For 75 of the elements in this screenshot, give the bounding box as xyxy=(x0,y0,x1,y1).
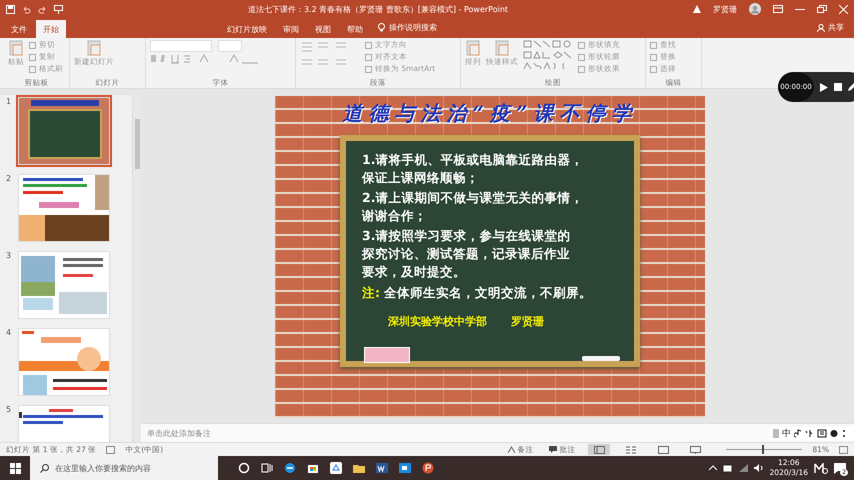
network-icon[interactable] xyxy=(738,464,748,472)
slide-number: 4 xyxy=(6,328,12,337)
search-icon xyxy=(40,464,49,472)
notes-icon xyxy=(508,446,516,453)
ribbon-tab[interactable]: 开始 xyxy=(36,20,66,38)
window-title: 道法七下课件：3.2 青春有格（罗贤珊 曹歌东）[兼容模式] - PowerPoint xyxy=(246,4,510,14)
cortana-icon[interactable] xyxy=(238,462,250,474)
close-icon[interactable] xyxy=(839,4,848,14)
volume-icon[interactable] xyxy=(754,464,764,472)
avatar-icon[interactable] xyxy=(749,3,761,15)
slide-text: 2.请上课期间不做与课堂无关的事情， 谢谢合作； xyxy=(362,189,584,225)
normal-view-icon[interactable] xyxy=(594,446,605,454)
user-name: 罗贤珊 xyxy=(713,4,737,14)
slide-text: 1.请将手机、平板或电脑靠近路由器， 保证上课网络顺畅； xyxy=(362,151,584,187)
note-label: 注: xyxy=(362,285,380,302)
share-button[interactable]: 共享 xyxy=(828,22,844,33)
redo-icon[interactable] xyxy=(38,4,47,14)
comment-icon xyxy=(549,446,558,453)
slide-thumbnail[interactable] xyxy=(18,97,110,165)
ribbon-tab[interactable]: 审阅 xyxy=(276,20,306,38)
task-view-icon[interactable] xyxy=(261,462,273,474)
ribbon-tab[interactable]: 文件 xyxy=(4,20,34,38)
windows-start-icon[interactable] xyxy=(10,462,20,474)
folder-icon[interactable] xyxy=(353,462,365,474)
slide-thumbnail[interactable] xyxy=(18,251,110,319)
tell-me-search[interactable]: 操作说明搜索 xyxy=(389,22,437,33)
word-icon[interactable] xyxy=(376,462,388,474)
zoom-slider-thumb[interactable] xyxy=(762,445,764,454)
chevron-up-icon[interactable] xyxy=(708,465,717,471)
notes-placeholder[interactable]: 单击此处添加备注 xyxy=(147,428,211,438)
pen-icon[interactable] xyxy=(848,83,854,91)
ribbon-tab[interactable]: 帮助 xyxy=(340,20,370,38)
font-size-field[interactable] xyxy=(218,40,242,52)
ribbon-tab[interactable]: 幻灯片放映 xyxy=(220,20,274,38)
spellcheck-icon[interactable] xyxy=(106,446,116,454)
fit-slide-icon[interactable] xyxy=(839,446,848,454)
store-icon[interactable] xyxy=(307,462,319,474)
browser-icon[interactable] xyxy=(284,462,296,474)
ribbon-tab[interactable]: 视图 xyxy=(308,20,338,38)
powerpoint-icon[interactable] xyxy=(422,462,434,474)
restore-icon[interactable] xyxy=(817,5,827,13)
ime-grip-icon[interactable] xyxy=(773,428,779,438)
slide-number: 5 xyxy=(6,405,12,414)
slide-footer-text: 深圳实验学校中学部 xyxy=(388,314,487,329)
reading-view-icon[interactable] xyxy=(658,446,669,454)
video-app-icon[interactable] xyxy=(399,462,411,474)
slideshow-icon[interactable] xyxy=(690,446,701,454)
cloud-app-icon[interactable] xyxy=(330,462,342,474)
battery-icon[interactable] xyxy=(722,464,733,472)
slide-sorter-icon[interactable] xyxy=(626,446,637,454)
slide-number: 1 xyxy=(6,97,12,106)
scrollbar-thumb[interactable] xyxy=(134,119,140,169)
shapes-gallery-icon[interactable] xyxy=(523,40,573,72)
slide-text: 3.请按照学习要求，参与在线课堂的 探究讨论、测试答题，记录课后作业 要求，及时提交。 xyxy=(362,227,572,281)
presentation-icon[interactable] xyxy=(54,4,63,14)
font-name-field[interactable] xyxy=(150,40,212,52)
note-text: 全体师生实名，文明交流，不刷屏。 xyxy=(384,285,592,302)
slide-number: 2 xyxy=(6,174,12,183)
ribbon-display-icon[interactable] xyxy=(773,5,783,13)
warning-icon xyxy=(693,5,701,13)
slide-number: 3 xyxy=(6,251,12,260)
slide-thumbnail[interactable] xyxy=(18,174,110,242)
chalk xyxy=(582,356,620,361)
save-icon[interactable] xyxy=(6,4,15,14)
slide-footer-text: 罗贤珊 xyxy=(511,314,544,329)
undo-icon[interactable] xyxy=(22,4,31,14)
person-icon xyxy=(817,24,825,32)
ime-mode[interactable]: 中 xyxy=(782,426,791,440)
eraser xyxy=(364,347,410,363)
taskbar-search-field[interactable]: 在这里输入你要搜索的内容 xyxy=(30,456,218,480)
lightbulb-icon xyxy=(378,23,385,32)
play-icon[interactable] xyxy=(820,82,828,92)
search-placeholder: 在这里输入你要搜索的内容 xyxy=(55,462,151,474)
notification-icon[interactable] xyxy=(834,462,846,474)
slide-thumbnail[interactable] xyxy=(18,328,110,396)
